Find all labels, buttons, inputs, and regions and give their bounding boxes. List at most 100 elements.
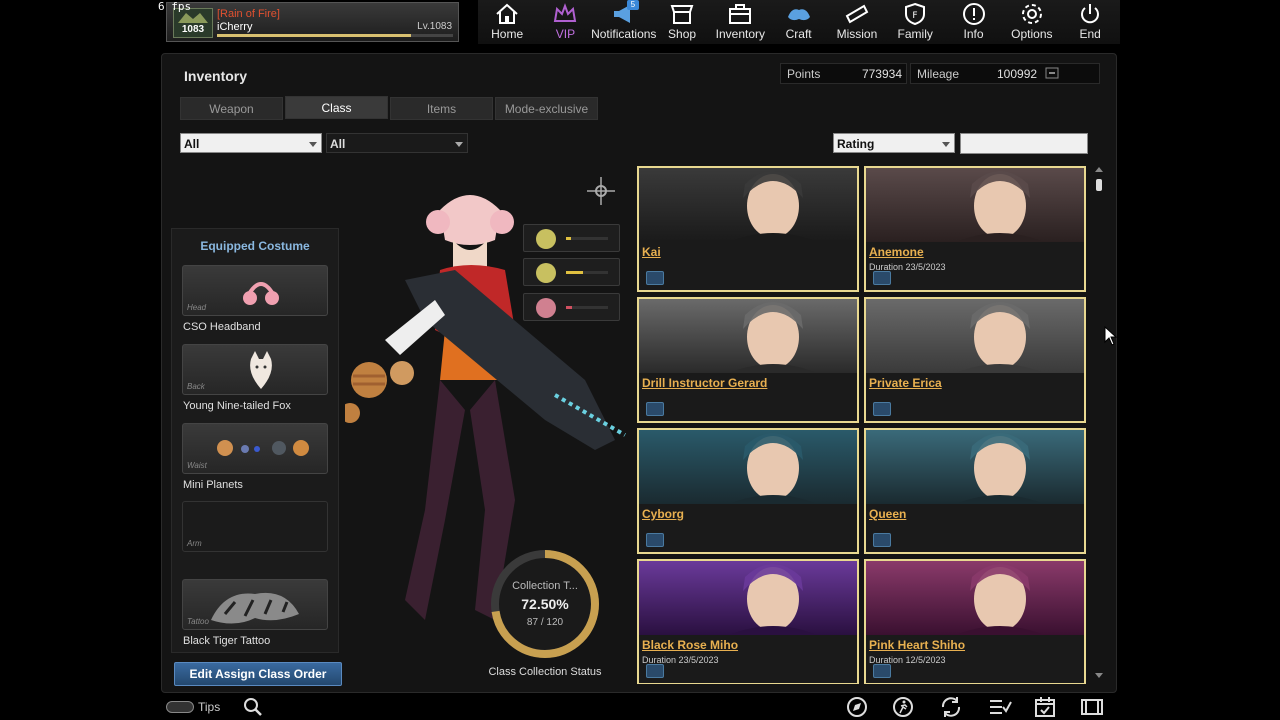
nav-shop[interactable]: Shop: [653, 0, 711, 44]
player-level: Lv.1083: [417, 21, 452, 32]
character-portrait-icon: [729, 564, 817, 635]
rotate-move-icon[interactable]: [585, 175, 617, 209]
nav-mission[interactable]: Mission: [828, 0, 886, 44]
refresh-icon[interactable]: [939, 696, 963, 718]
stat-row-item[interactable]: [523, 293, 620, 321]
costume-slot-back[interactable]: Back: [182, 344, 328, 395]
nav-family-label: Family: [897, 27, 933, 41]
class-card[interactable]: Drill Instructor Gerard: [637, 297, 859, 423]
class-grid-scrollbar[interactable]: [1095, 166, 1103, 684]
fps-counter: 6 fps: [158, 0, 192, 13]
edit-assign-class-order-button[interactable]: Edit Assign Class Order: [174, 662, 342, 686]
stat-row-character[interactable]: [523, 224, 620, 252]
tab-mode-exclusive[interactable]: Mode-exclusive: [495, 97, 598, 120]
search-icon[interactable]: [242, 697, 264, 717]
nav-home-label: Home: [491, 27, 524, 41]
tips-toggle-switch[interactable]: [166, 701, 194, 713]
class-card[interactable]: Kai: [637, 166, 859, 292]
sort-value: Rating: [837, 137, 875, 151]
main-navigation: Home VIP 5 Notifications Shop Inventory …: [478, 0, 1120, 44]
costume-stat-icon: [536, 263, 556, 283]
class-portrait: [639, 299, 857, 373]
equipped-costume-title: Equipped Costume: [200, 239, 310, 253]
class-name[interactable]: Private Erica: [869, 376, 942, 390]
costume-slot-tattoo[interactable]: Tattoo: [182, 579, 328, 630]
class-portrait: [866, 299, 1084, 373]
film-icon[interactable]: [1080, 696, 1104, 718]
power-icon: [1081, 4, 1100, 24]
nav-inventory[interactable]: Inventory: [711, 0, 769, 44]
nav-end[interactable]: End: [1061, 0, 1119, 44]
planets-icon: [217, 440, 309, 456]
unlock-icon[interactable]: [873, 533, 891, 547]
checklist-icon[interactable]: [988, 696, 1012, 718]
unlock-icon[interactable]: [873, 664, 891, 678]
class-name[interactable]: Pink Heart Shiho: [869, 638, 965, 652]
nav-info[interactable]: Info: [944, 0, 1002, 44]
points-label: Points: [787, 67, 821, 81]
character-portrait-icon: [956, 433, 1044, 504]
costume-slot-arm[interactable]: Arm: [182, 501, 328, 552]
tips-label: Tips: [198, 700, 221, 714]
runner-icon[interactable]: [891, 696, 915, 718]
tab-class[interactable]: Class: [285, 96, 388, 119]
unlock-icon[interactable]: [646, 664, 664, 678]
class-name[interactable]: Drill Instructor Gerard: [642, 376, 767, 390]
item-stat-icon: [536, 298, 556, 318]
unlock-icon[interactable]: [873, 402, 891, 416]
nav-notifications[interactable]: 5 Notifications: [591, 0, 656, 44]
character-portrait-icon: [956, 564, 1044, 635]
slot-name-head: CSO Headband: [183, 321, 261, 333]
class-portrait: [866, 561, 1084, 635]
costume-slot-head[interactable]: Head: [182, 265, 328, 316]
shop-icon: [670, 5, 694, 24]
class-name[interactable]: Cyborg: [642, 507, 684, 521]
character-portrait-icon: [729, 171, 817, 242]
slot-tag-head: Head: [187, 303, 207, 312]
scrollbar-thumb[interactable]: [1096, 179, 1102, 191]
unlock-icon[interactable]: [646, 271, 664, 285]
compass-icon[interactable]: [845, 696, 869, 718]
class-card[interactable]: Cyborg: [637, 428, 859, 554]
unlock-icon[interactable]: [646, 402, 664, 416]
mileage-info-icon[interactable]: [1045, 67, 1059, 79]
nav-family[interactable]: F Family: [886, 0, 944, 44]
nav-home[interactable]: Home: [478, 0, 536, 44]
search-input[interactable]: [960, 133, 1088, 154]
chevron-down-icon: [942, 142, 950, 147]
costume-slot-waist[interactable]: Waist: [182, 423, 328, 474]
nav-craft[interactable]: Craft: [769, 0, 827, 44]
calendar-icon[interactable]: [1033, 696, 1057, 718]
tab-items[interactable]: Items: [390, 97, 493, 120]
filter-dropdown-secondary[interactable]: All: [326, 133, 468, 153]
nav-vip[interactable]: VIP: [536, 0, 594, 44]
sort-dropdown[interactable]: Rating: [833, 133, 955, 153]
craft-icon: [787, 9, 810, 21]
class-card[interactable]: Private Erica: [864, 297, 1086, 423]
class-name[interactable]: Black Rose Miho: [642, 638, 738, 652]
collection-ring[interactable]: Collection T... 72.50% 87 / 120: [487, 546, 603, 662]
collection-ring-title: Collection T...: [512, 580, 578, 592]
level-badge-number: 1083: [181, 24, 205, 35]
costume-stat-bar: [566, 271, 608, 274]
filter-dropdown-primary[interactable]: All: [180, 133, 322, 153]
player-card[interactable]: 1083 [Rain of Fire] iCherry Lv.1083: [166, 2, 459, 42]
class-card[interactable]: Anemone Duration 23/5/2023: [864, 166, 1086, 292]
character-portrait-icon: [729, 302, 817, 373]
item-stat-bar: [566, 306, 608, 309]
class-card[interactable]: Queen: [864, 428, 1086, 554]
unlock-icon[interactable]: [646, 533, 664, 547]
stat-row-costume[interactable]: [523, 258, 620, 286]
tab-weapon[interactable]: Weapon: [180, 97, 283, 120]
collection-percent: 72.50%: [521, 596, 569, 612]
tips-toggle-group[interactable]: Tips: [166, 700, 220, 714]
page-title: Inventory: [184, 68, 248, 84]
class-name[interactable]: Kai: [642, 245, 661, 259]
unlock-icon[interactable]: [873, 271, 891, 285]
points-display: Points 773934: [780, 63, 907, 84]
class-name[interactable]: Queen: [869, 507, 906, 521]
class-card[interactable]: Pink Heart Shiho Duration 12/5/2023: [864, 559, 1086, 684]
class-name[interactable]: Anemone: [869, 245, 924, 259]
nav-options[interactable]: Options: [1003, 0, 1061, 44]
class-card[interactable]: Black Rose Miho Duration 23/5/2023: [637, 559, 859, 684]
